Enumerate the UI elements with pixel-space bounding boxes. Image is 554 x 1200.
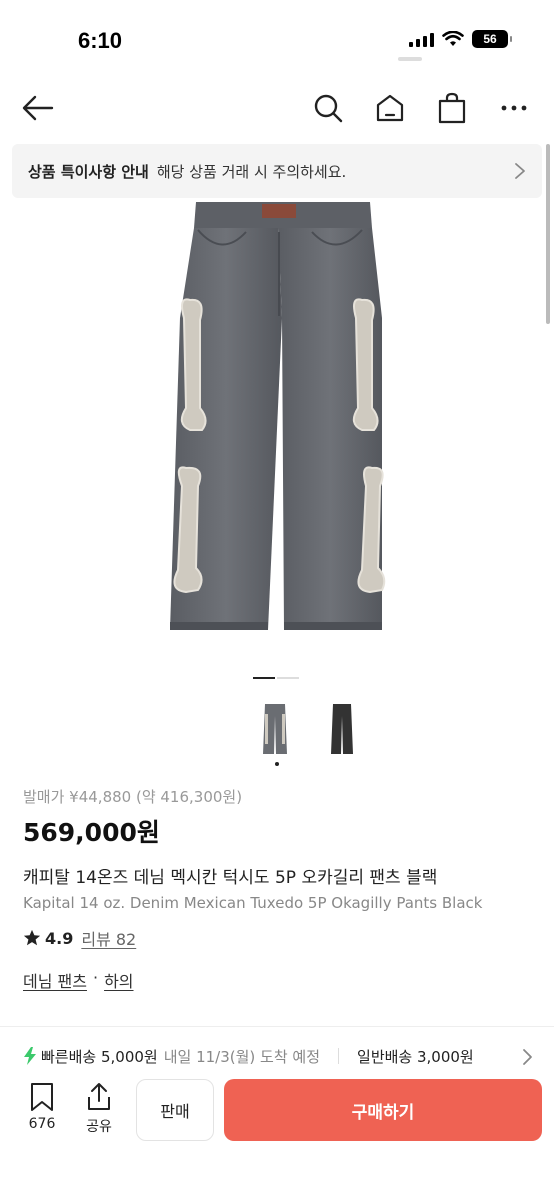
shipping-separator [338,1048,340,1064]
fast-shipping-label: 빠른배송 5,000원 [41,1047,158,1066]
normal-shipping-label: 일반배송 3,000원 [357,1047,474,1066]
home-icon [376,94,404,122]
share-label: 공유 [86,1119,112,1135]
bookmark-count: 676 [28,1116,56,1132]
app-header [0,80,554,136]
shopping-bag-button[interactable] [434,90,470,126]
back-arrow-icon [22,95,54,121]
search-icon [314,94,343,123]
notice-title: 상품 특이사항 안내 [28,162,149,181]
denim-pants-illustration [170,202,386,630]
search-button[interactable] [310,90,346,126]
category-breadcrumb: 데님 팬츠 · 하의 [23,968,543,992]
bottom-action-bar: 676 공유 판매 구매하기 [0,1076,554,1200]
battery-icon: 56 [472,30,512,48]
sell-button[interactable]: 판매 [136,1079,214,1141]
thumbnail-selected-dot [275,762,279,766]
more-dots-icon [501,105,527,111]
pager-segment [253,677,275,679]
bookmark-icon [31,1083,53,1111]
share-button[interactable]: 공유 [78,1082,120,1136]
fast-shipping-eta: 내일 11/3(월) 도착 예정 [163,1047,321,1066]
wifi-icon [442,31,464,46]
status-bar: 6:10 56 [0,0,554,80]
more-button[interactable] [496,90,532,126]
notice-text: 해당 상품 거래 시 주의하세요. [156,162,347,181]
buy-button[interactable]: 구매하기 [224,1079,542,1141]
image-pager [253,677,299,679]
product-image[interactable] [0,198,554,658]
product-price: 569,000원 [23,818,160,847]
category-bottoms-link[interactable]: 하의 [104,968,133,992]
status-time: 6:10 [78,28,123,53]
camera-indicator [398,57,422,61]
shipping-options[interactable]: 빠른배송 5,000원 내일 11/3(월) 도착 예정 일반배송 3,000원 [23,1042,554,1070]
category-denim-pants-link[interactable]: 데님 팬츠 [23,968,87,992]
bookmark-button[interactable]: 676 [20,1082,64,1132]
shipping-chevron-right-icon [519,1048,535,1066]
product-name-english: Kapital 14 oz. Denim Mexican Tuxedo 5P O… [23,894,483,912]
thumbnail-1[interactable] [262,704,288,754]
cellular-signal-icon [409,31,434,47]
share-icon [88,1083,110,1110]
thumbnail-2[interactable] [331,704,353,754]
product-notice-banner[interactable]: 상품 특이사항 안내 해당 상품 거래 시 주의하세요. [12,144,542,198]
back-button[interactable] [20,90,56,126]
category-separator: · [92,968,99,987]
status-icons: 56 [409,30,512,48]
rating-row: 4.9 리뷰 82 [23,926,543,950]
star-icon [23,929,41,946]
chevron-right-icon [515,163,525,179]
home-button[interactable] [372,90,408,126]
shopping-bag-icon [438,92,466,124]
lightning-icon [24,1047,36,1065]
pager-segment [277,677,299,679]
review-link[interactable]: 리뷰 82 [81,926,136,950]
product-info: 발매가 ¥44,880 (약 416,300원) 569,000원 캐피탈 14… [23,786,543,992]
rating-score: 4.9 [45,928,74,948]
section-divider [0,1026,554,1027]
release-price: 발매가 ¥44,880 (약 416,300원) [23,788,243,806]
thumbnail-strip [0,700,554,758]
product-name-korean: 캐피탈 14온즈 데님 멕시칸 턱시도 5P 오카길리 팬츠 블랙 [23,868,438,888]
